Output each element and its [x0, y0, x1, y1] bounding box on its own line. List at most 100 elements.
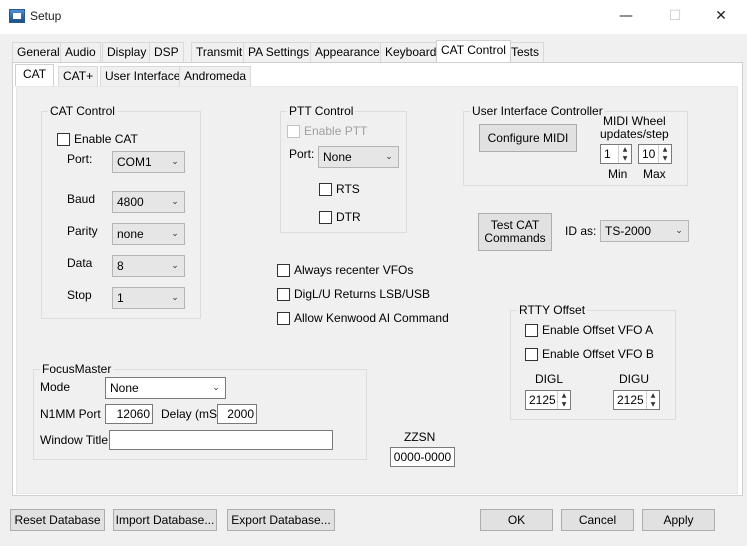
id-as-label: ID as: [565, 224, 597, 238]
cat-control-title: CAT Control [48, 104, 117, 118]
baud-select[interactable]: 4800 ⌄ [112, 191, 185, 213]
zzsn-label: ZZSN [404, 430, 436, 444]
parity-value: none [117, 227, 144, 241]
app-icon [9, 9, 25, 23]
chevron-down-icon: ⌄ [385, 152, 393, 162]
allow-kenwood-label: Allow Kenwood AI Command [294, 311, 449, 325]
parity-label: Parity [67, 224, 98, 238]
subtab-cat[interactable]: CAT [15, 64, 55, 86]
id-as-select[interactable]: TS-2000 ⌄ [600, 220, 689, 242]
delay-input[interactable]: 2000 [217, 404, 257, 424]
tab-appearance[interactable]: Appearance [310, 42, 385, 62]
n1mm-port-input[interactable]: 12060 [105, 404, 153, 424]
digl-stepper[interactable]: 2125 ▲ ▼ [525, 390, 571, 410]
enable-offset-vfo-b-checkbox[interactable] [525, 348, 538, 361]
subtab-cat-plus[interactable]: CAT+ [58, 66, 99, 86]
down-arrow-icon[interactable]: ▼ [619, 154, 631, 163]
baud-value: 4800 [117, 195, 144, 209]
window-title-input[interactable] [109, 430, 333, 450]
fm-mode-select[interactable]: None ⌄ [105, 377, 226, 399]
dtr-checkbox[interactable] [319, 211, 332, 224]
ok-button[interactable]: OK [480, 509, 553, 531]
allow-kenwood-checkbox[interactable] [277, 312, 290, 325]
tab-general[interactable]: General [12, 42, 65, 62]
cancel-button[interactable]: Cancel [561, 509, 634, 531]
dtr-label: DTR [336, 210, 361, 224]
always-recenter-checkbox[interactable] [277, 264, 290, 277]
down-arrow-icon[interactable]: ▼ [558, 400, 570, 409]
delay-label: Delay (mS) [161, 407, 222, 421]
midi-max-stepper[interactable]: 10 ▲ ▼ [638, 144, 672, 164]
tab-keyboard[interactable]: Keyboard [380, 42, 442, 62]
enable-cat-checkbox[interactable] [57, 133, 70, 146]
test-cat-commands-button[interactable]: Test CAT Commands [478, 213, 552, 251]
apply-button[interactable]: Apply [642, 509, 715, 531]
digl-returns-label: DigL/U Returns LSB/USB [294, 287, 431, 301]
enable-cat-label: Enable CAT [74, 132, 138, 146]
tab-dsp[interactable]: DSP [149, 42, 184, 62]
max-label: Max [643, 167, 666, 181]
midi-wheel-label: MIDI Wheel [603, 114, 666, 128]
export-database-button[interactable]: Export Database... [227, 509, 335, 531]
data-select[interactable]: 8 ⌄ [112, 255, 185, 277]
tab-pa-settings[interactable]: PA Settings [243, 42, 315, 62]
ptt-port-select[interactable]: None ⌄ [318, 146, 399, 168]
enable-offset-vfo-a-checkbox[interactable] [525, 324, 538, 337]
digl-returns-checkbox[interactable] [277, 288, 290, 301]
test-cat-label-2: Commands [484, 231, 546, 245]
chevron-down-icon: ⌄ [171, 293, 179, 303]
tab-audio[interactable]: Audio [60, 42, 101, 62]
ptt-control-title: PTT Control [287, 104, 356, 118]
chevron-down-icon: ⌄ [212, 383, 220, 393]
configure-midi-button[interactable]: Configure MIDI [479, 124, 577, 152]
enable-ptt-checkbox[interactable] [287, 125, 300, 138]
fm-mode-label: Mode [40, 380, 71, 394]
cat-port-label: Port: [67, 152, 93, 166]
focusmaster-title: FocusMaster [40, 362, 114, 376]
minimize-icon[interactable]: — [603, 0, 649, 32]
up-arrow-icon[interactable]: ▲ [558, 391, 570, 400]
rts-label: RTS [336, 182, 360, 196]
chevron-down-icon: ⌄ [675, 226, 683, 236]
maximize-icon[interactable]: ☐ [652, 0, 698, 32]
updates-step-label: updates/step [600, 127, 669, 141]
ptt-port-value: None [323, 150, 352, 164]
digl-value: 2125 [529, 393, 556, 407]
parity-select[interactable]: none ⌄ [112, 223, 185, 245]
rts-checkbox[interactable] [319, 183, 332, 196]
tab-display[interactable]: Display [102, 42, 152, 62]
reset-database-button[interactable]: Reset Database [10, 509, 105, 531]
enable-offset-vfo-b-label: Enable Offset VFO B [542, 347, 654, 361]
enable-ptt-label: Enable PTT [304, 124, 368, 138]
tab-cat-control[interactable]: CAT Control [436, 40, 511, 62]
digu-stepper[interactable]: 2125 ▲ ▼ [613, 390, 660, 410]
up-arrow-icon[interactable]: ▲ [619, 145, 631, 154]
ptt-port-label: Port: [289, 147, 315, 161]
cat-port-select[interactable]: COM1 ⌄ [112, 151, 185, 173]
data-value: 8 [117, 259, 124, 273]
n1mm-port-label: N1MM Port [40, 407, 101, 421]
zzsn-input[interactable]: 0000-0000 [390, 447, 455, 467]
window-title: Setup [30, 9, 62, 23]
chevron-down-icon: ⌄ [171, 229, 179, 239]
up-arrow-icon[interactable]: ▲ [659, 145, 671, 154]
midi-max-value: 10 [642, 147, 656, 161]
ui-controller-title: User Interface Controller [470, 104, 605, 118]
subtab-user-interface[interactable]: User Interface [100, 66, 186, 86]
import-database-button[interactable]: Import Database... [113, 509, 217, 531]
midi-min-stepper[interactable]: 1 ▲ ▼ [600, 144, 632, 164]
stop-select[interactable]: 1 ⌄ [112, 287, 185, 309]
down-arrow-icon[interactable]: ▼ [659, 154, 671, 163]
enable-offset-vfo-a-label: Enable Offset VFO A [542, 323, 654, 337]
digl-label: DIGL [535, 372, 564, 386]
cat-port-value: COM1 [117, 155, 152, 169]
title-bar: Setup — ☐ ✕ [0, 0, 747, 34]
down-arrow-icon[interactable]: ▼ [647, 400, 659, 409]
digu-value: 2125 [617, 393, 644, 407]
tab-transmit[interactable]: Transmit [191, 42, 248, 62]
up-arrow-icon[interactable]: ▲ [647, 391, 659, 400]
subtab-andromeda[interactable]: Andromeda [179, 66, 252, 86]
tab-tests[interactable]: Tests [506, 42, 545, 62]
chevron-down-icon: ⌄ [171, 197, 179, 207]
close-icon[interactable]: ✕ [698, 0, 744, 32]
